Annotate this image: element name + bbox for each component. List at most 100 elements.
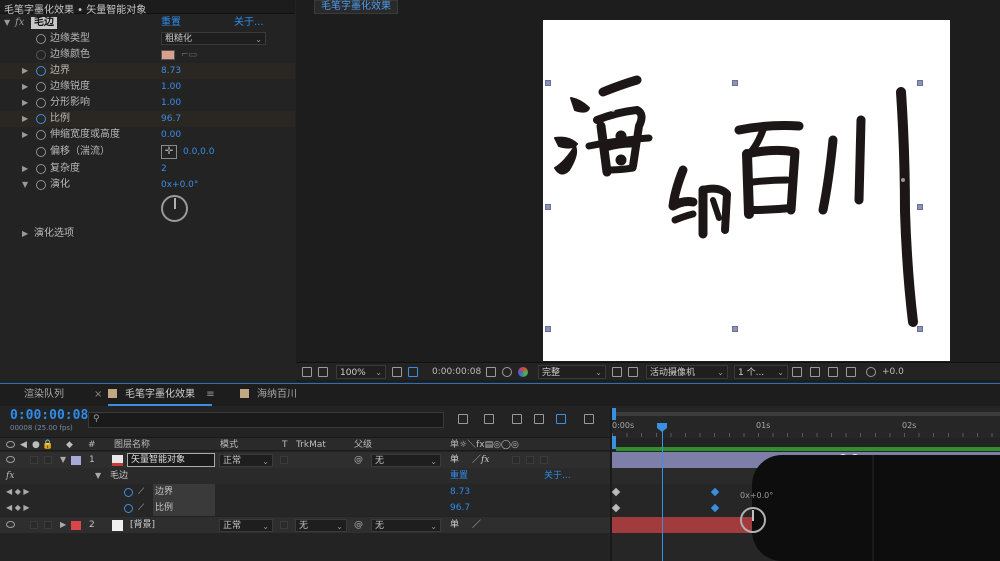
column-layer-name[interactable]: 图层名称 — [114, 438, 150, 452]
property-value[interactable]: 8.73 — [450, 484, 470, 500]
eye-icon[interactable] — [6, 456, 15, 463]
menu-icon[interactable]: ≡ — [206, 389, 214, 400]
transparency-grid-icon[interactable] — [628, 367, 638, 377]
stopwatch-icon[interactable] — [36, 180, 46, 190]
color-channel-icon[interactable] — [518, 367, 528, 377]
about-link[interactable]: 关于... — [544, 468, 571, 484]
close-icon[interactable]: × — [94, 384, 102, 406]
current-time-display[interactable]: 0:00:00:08 — [10, 408, 88, 423]
toggle-pixel-aspect-icon[interactable] — [792, 367, 802, 377]
solo-icon[interactable]: ● — [32, 438, 40, 452]
lock-toggle[interactable] — [44, 456, 52, 464]
transform-handle[interactable] — [917, 80, 923, 86]
viewer-timecode[interactable]: 0:00:00:08 — [432, 363, 481, 381]
parent-dropdown[interactable]: 无 ⌄ — [371, 454, 441, 467]
resolution-dropdown[interactable]: 完整 ⌄ — [538, 365, 606, 379]
show-snapshot-icon[interactable] — [502, 367, 512, 377]
stopwatch-icon[interactable] — [36, 98, 46, 108]
property-value[interactable]: 1.00 — [161, 95, 181, 111]
stopwatch-icon[interactable] — [36, 147, 46, 157]
frame-blending-icon[interactable] — [534, 414, 544, 424]
collapse-arrow-icon[interactable]: ▼ — [60, 452, 66, 468]
expand-arrow-icon[interactable]: ▶ — [22, 127, 28, 143]
preserve-transparency-toggle[interactable] — [280, 521, 288, 529]
transform-handle[interactable] — [732, 326, 738, 332]
property-row-border[interactable]: ◀ ◆ ▶ ⟋ 边界 8.73 — [0, 484, 610, 500]
layer-row[interactable]: ▼ 1 矢量智能对象 正常 ⌄ @ 无 ⌄ 单 ／fx — [0, 452, 610, 468]
work-area-bar[interactable] — [616, 412, 1000, 416]
views-dropdown[interactable]: 1 个... ⌄ — [734, 365, 788, 379]
expand-arrow-icon[interactable]: ▶ — [22, 79, 28, 95]
effect-name[interactable]: 毛边 — [31, 17, 57, 29]
switch-box[interactable] — [540, 456, 548, 464]
lock-toggle[interactable] — [44, 521, 52, 529]
column-switches[interactable]: 单☼＼fx▤◎◯◎ — [450, 438, 519, 452]
property-row-scale[interactable]: ◀ ◆ ▶ ⟋ 比例 96.7 — [0, 500, 610, 516]
collapse-arrow-icon[interactable]: ▼ — [4, 15, 10, 31]
column-t[interactable]: T — [282, 438, 288, 452]
property-value[interactable]: 0x+0.0° — [161, 177, 198, 193]
expand-arrow-icon[interactable]: ▶ — [60, 517, 66, 533]
solo-toggle[interactable] — [30, 521, 38, 529]
preserve-transparency-toggle[interactable] — [280, 456, 288, 464]
stopwatch-icon[interactable] — [36, 130, 46, 140]
shy-switch-icon[interactable]: 单 — [450, 517, 459, 533]
keyframe[interactable] — [611, 503, 621, 513]
eye-icon[interactable] — [6, 521, 15, 528]
reset-link[interactable]: 重置 — [450, 468, 468, 484]
switch-box[interactable] — [526, 456, 534, 464]
keyframe[interactable] — [710, 503, 720, 513]
reset-exposure-icon[interactable] — [866, 367, 876, 377]
collapse-arrow-icon[interactable]: ▼ — [95, 468, 101, 484]
keyframe[interactable] — [611, 487, 621, 497]
effects-group-row[interactable]: fx ▼ 毛边 重置 关于... — [0, 468, 610, 484]
stopwatch-icon[interactable] — [36, 164, 46, 174]
composition-canvas[interactable] — [543, 20, 950, 361]
graph-icon[interactable]: ⟋ — [138, 500, 144, 516]
transform-handle[interactable] — [545, 80, 551, 86]
composition-tab[interactable]: 毛笔字墨化效果 — [314, 0, 398, 14]
fx-icon[interactable]: fx — [15, 15, 24, 31]
expand-arrow-icon[interactable]: ▶ — [22, 95, 28, 111]
edge-color-swatch[interactable] — [161, 50, 175, 60]
layer-name[interactable]: [背景] — [130, 517, 155, 533]
collapse-arrow-icon[interactable]: ▼ — [22, 177, 28, 193]
keyframe[interactable] — [710, 487, 720, 497]
shy-switch-icon[interactable]: 单 — [450, 452, 459, 468]
monitor-icon[interactable] — [318, 367, 328, 377]
property-value[interactable]: 1.00 — [161, 79, 181, 95]
always-preview-icon[interactable] — [302, 367, 312, 377]
eyedropper-icon[interactable]: ⌐▭ — [181, 47, 197, 63]
expand-arrow-icon[interactable]: ▶ — [22, 226, 28, 242]
flowchart-icon[interactable] — [846, 367, 856, 377]
keyframe-nav-icon[interactable]: ◀ ◆ ▶ — [6, 500, 30, 516]
property-value[interactable]: 0.00 — [161, 127, 181, 143]
draft-3d-icon[interactable] — [484, 414, 494, 424]
crosshair-icon[interactable]: ✛ — [161, 145, 177, 159]
fx-switch-icon[interactable]: ／fx — [472, 452, 489, 468]
stopwatch-icon[interactable] — [124, 488, 133, 497]
tab-comp-hainabaichuan[interactable]: 海纳百川 — [240, 384, 297, 406]
layer-label-color[interactable] — [71, 456, 81, 465]
reset-link[interactable]: 重置 — [161, 15, 181, 31]
pickwhip-icon[interactable]: @ — [354, 452, 363, 468]
pickwhip-icon[interactable]: @ — [354, 517, 363, 533]
layer-search-input[interactable]: ⚲ — [88, 412, 444, 428]
stopwatch-icon[interactable] — [36, 34, 46, 44]
transform-handle[interactable] — [545, 204, 551, 210]
property-value[interactable]: 0.0,0.0 — [183, 144, 215, 160]
effect-header-row[interactable]: ▼ fx 毛边 重置 关于... — [0, 15, 295, 31]
tab-comp-ink[interactable]: 毛笔字墨化效果 ≡ — [108, 384, 215, 406]
switch-box[interactable] — [512, 456, 520, 464]
audio-icon[interactable]: ◀ — [20, 438, 27, 452]
quality-switch-icon[interactable]: ／ — [472, 517, 481, 533]
camera-dropdown[interactable]: 活动摄像机 ⌄ — [646, 365, 728, 379]
resolution-grid-icon[interactable] — [392, 367, 402, 377]
layer-label-color[interactable] — [71, 521, 81, 530]
exposure-value[interactable]: +0.0 — [882, 363, 904, 381]
transform-handle[interactable] — [917, 326, 923, 332]
property-value[interactable]: 8.73 — [161, 63, 181, 79]
evolution-dial[interactable] — [161, 195, 188, 222]
work-area-start-handle[interactable] — [612, 408, 616, 420]
layer-row[interactable]: ▶ 2 [背景] 正常 ⌄ 无 ⌄ @ 无 ⌄ 单 ／ — [0, 517, 610, 533]
